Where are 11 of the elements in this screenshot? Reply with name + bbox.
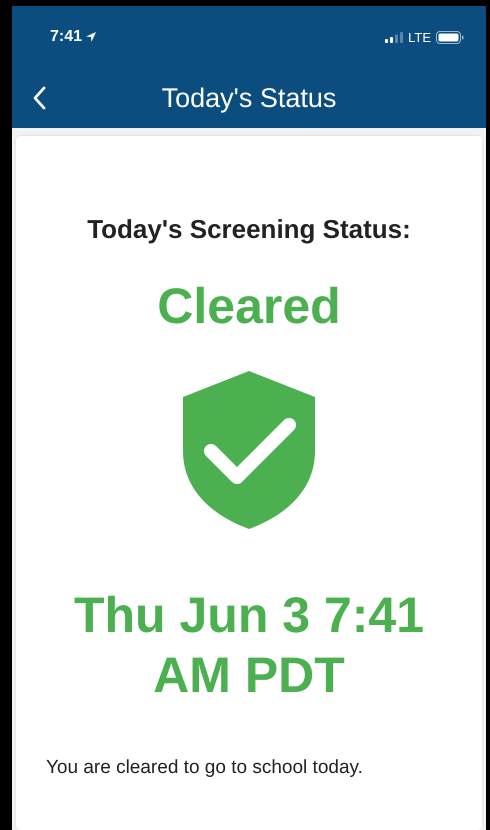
- screening-status: Cleared: [157, 277, 341, 335]
- network-label: LTE: [408, 30, 431, 44]
- screening-heading: Today's Screening Status:: [87, 214, 411, 245]
- location-arrow-icon: [85, 31, 98, 43]
- screening-timestamp: Thu Jun 3 7:41 AM PDT: [72, 586, 426, 705]
- page-title: Today's Status: [162, 82, 336, 114]
- battery-icon: [436, 30, 464, 44]
- shield-check-icon: [183, 371, 315, 529]
- signal-icon: [385, 32, 404, 42]
- status-time: 7:41: [50, 28, 82, 46]
- screening-message: You are cleared to go to school today.: [46, 757, 363, 779]
